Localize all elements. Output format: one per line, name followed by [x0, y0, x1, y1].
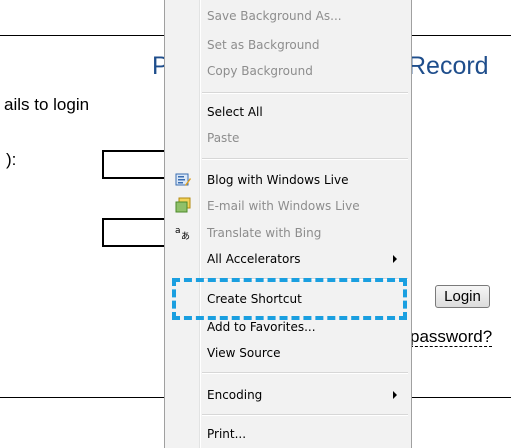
menu-item-view-source[interactable]: View Source	[207, 343, 281, 363]
svg-text:あ: あ	[181, 231, 190, 240]
page-title-right: Record	[408, 52, 489, 80]
username-label: ):	[6, 150, 17, 169]
menu-item-encoding[interactable]: Encoding	[207, 385, 262, 405]
login-button[interactable]: Login	[435, 285, 490, 308]
highlight-box	[172, 278, 407, 320]
menu-item-add-to-favorites[interactable]: Add to Favorites...	[207, 317, 316, 337]
menu-item-paste: Paste	[207, 131, 240, 145]
menu-item-blog-with-windows-live[interactable]: Blog with Windows Live	[207, 170, 349, 190]
svg-text:a: a	[175, 226, 181, 236]
menu-item-select-all[interactable]: Select All	[207, 102, 263, 122]
menu-separator	[202, 372, 408, 374]
menu-separator	[202, 92, 408, 94]
blog-icon	[175, 173, 191, 186]
menu-item-translate-with-bing: Translate with Bing	[207, 226, 322, 240]
forgot-password-link[interactable]: password?	[410, 327, 493, 347]
menu-item-save-background-as: Save Background As...	[207, 9, 342, 23]
translate-icon: a あ	[175, 226, 190, 240]
email-icon	[175, 197, 191, 213]
menu-gutter-highlight	[200, 0, 201, 448]
menu-item-all-accelerators[interactable]: All Accelerators	[207, 249, 301, 269]
menu-item-set-as-background: Set as Background	[207, 38, 320, 52]
submenu-arrow-icon	[393, 391, 397, 399]
login-instruction: ails to login	[4, 95, 90, 114]
menu-separator	[202, 414, 408, 416]
submenu-arrow-icon	[393, 255, 397, 263]
menu-item-copy-background: Copy Background	[207, 64, 313, 78]
menu-item-print[interactable]: Print...	[207, 424, 246, 444]
context-menu: Save Background As... Set as Background …	[164, 0, 412, 448]
menu-item-email-with-windows-live: E-mail with Windows Live	[207, 199, 360, 213]
menu-separator	[202, 158, 408, 160]
